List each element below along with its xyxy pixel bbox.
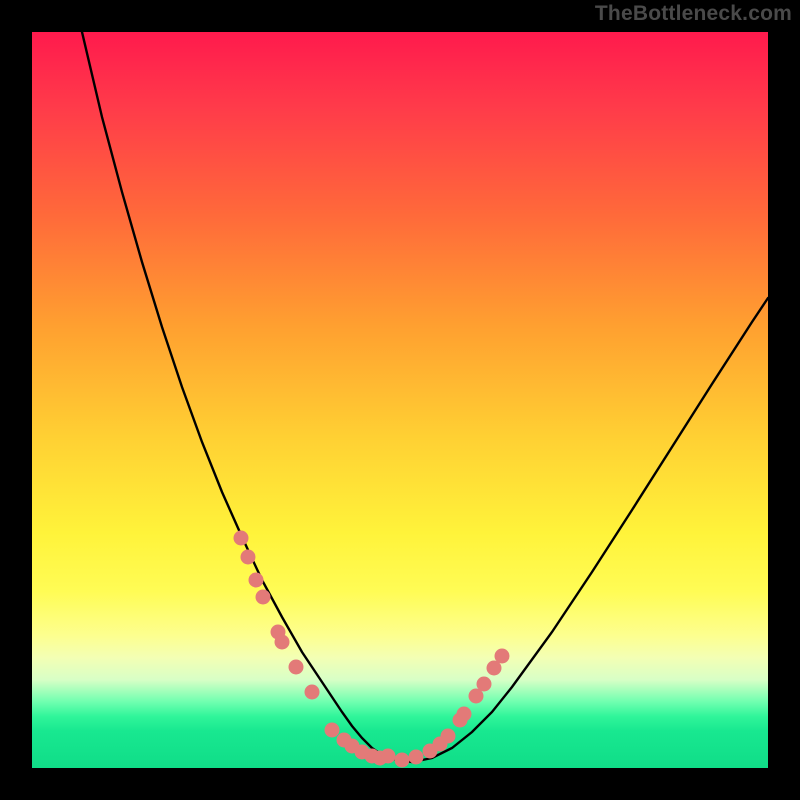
data-point xyxy=(325,723,340,738)
data-point xyxy=(495,649,510,664)
plot-area xyxy=(32,32,768,768)
data-point xyxy=(241,550,256,565)
data-point xyxy=(234,531,249,546)
data-point xyxy=(477,677,492,692)
data-point xyxy=(409,750,424,765)
data-point xyxy=(275,635,290,650)
chart-svg xyxy=(32,32,768,768)
bottleneck-curve xyxy=(82,32,768,762)
data-point xyxy=(395,753,410,768)
chart-frame: TheBottleneck.com xyxy=(0,0,800,800)
data-point xyxy=(289,660,304,675)
data-point xyxy=(381,749,396,764)
curve-dots xyxy=(234,531,510,768)
data-point xyxy=(305,685,320,700)
data-point xyxy=(249,573,264,588)
watermark-text: TheBottleneck.com xyxy=(595,2,792,26)
data-point xyxy=(441,729,456,744)
data-point xyxy=(256,590,271,605)
data-point xyxy=(457,707,472,722)
